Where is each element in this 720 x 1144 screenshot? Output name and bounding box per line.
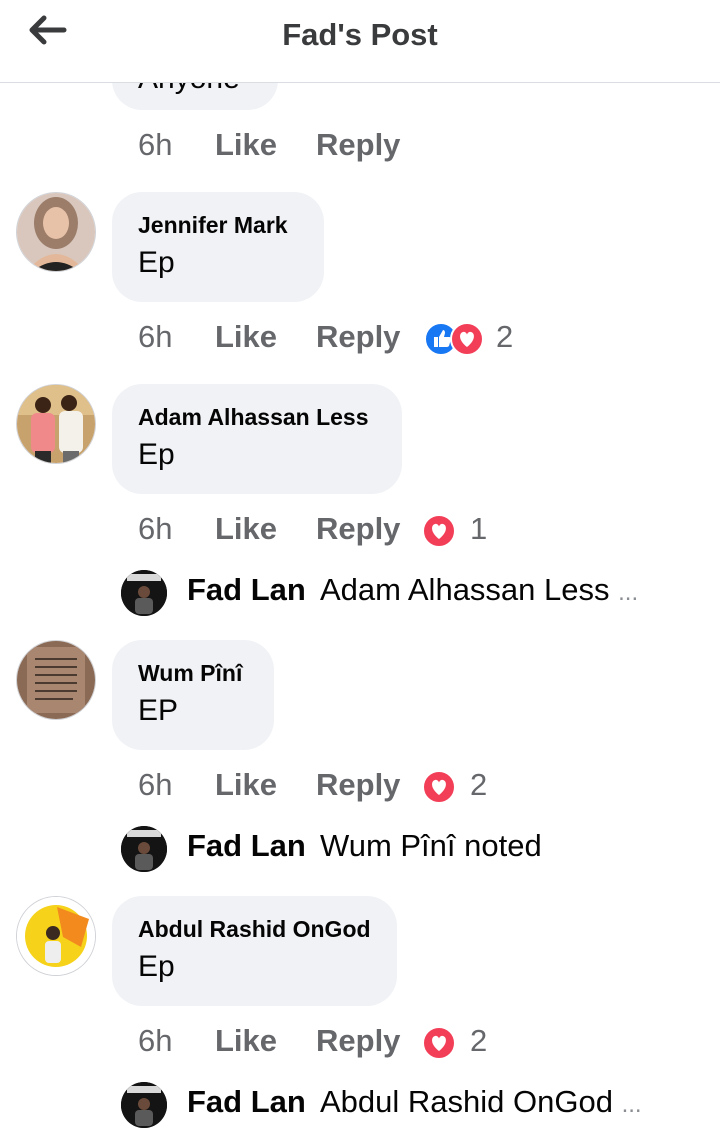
reaction-count[interactable]: 2 (470, 1023, 487, 1059)
top-bar: Fad's Post (0, 0, 720, 83)
comment-text: Ep (138, 950, 175, 983)
love-reaction-icon[interactable] (422, 1026, 458, 1060)
reaction-count[interactable]: 1 (470, 511, 487, 547)
comment-text: Ep (138, 246, 175, 279)
reply-preview[interactable]: Fad Lan Abdul Rashid OnGod ... (121, 1082, 681, 1130)
reply-author[interactable]: Fad Lan (187, 572, 306, 608)
comment-bubble[interactable]: Wum Pînî EP (112, 640, 274, 750)
reaction-count[interactable]: 2 (496, 319, 513, 355)
avatar[interactable] (17, 385, 95, 463)
like-button[interactable]: Like (215, 767, 277, 803)
reply-avatar (121, 826, 167, 872)
comment-time: 6h (138, 511, 173, 546)
comment-text: EP (138, 694, 179, 727)
like-button[interactable]: Like (215, 511, 277, 547)
reply-button[interactable]: Reply (316, 319, 400, 355)
commenter-name[interactable]: Wum Pînî (138, 660, 242, 687)
like-button[interactable]: Like (215, 319, 277, 355)
reply-avatar (121, 1082, 167, 1128)
ellipsis: ... (621, 1091, 642, 1118)
reply-preview[interactable]: Fad Lan Adam Alhassan Less ... (121, 570, 681, 618)
reply-text: Abdul Rashid OnGod ... (320, 1084, 642, 1119)
commenter-name[interactable]: Jennifer Mark (138, 212, 288, 239)
ellipsis: ... (618, 579, 639, 606)
reply-author[interactable]: Fad Lan (187, 828, 306, 864)
love-reaction-icon[interactable] (450, 322, 486, 356)
page-title: Fad's Post (282, 17, 438, 52)
reaction-count[interactable]: 2 (470, 767, 487, 803)
like-button[interactable]: Like (215, 127, 277, 163)
reply-avatar (121, 570, 167, 616)
reply-author[interactable]: Fad Lan (187, 1084, 306, 1120)
avatar[interactable] (17, 641, 95, 719)
comment-time: 6h (138, 767, 173, 802)
avatar[interactable] (17, 897, 95, 975)
commenter-name[interactable]: Abdul Rashid OnGod (138, 916, 371, 943)
reply-button[interactable]: Reply (316, 127, 400, 163)
love-reaction-icon[interactable] (422, 514, 458, 548)
reply-button[interactable]: Reply (316, 1023, 400, 1059)
love-reaction-icon[interactable] (422, 770, 458, 804)
reply-text: Adam Alhassan Less ... (320, 572, 639, 607)
comment-bubble[interactable]: Abdul Rashid OnGod Ep (112, 896, 397, 1006)
reply-preview[interactable]: Fad Lan Wum Pînî noted (121, 826, 681, 874)
comment-time: 6h (138, 319, 173, 354)
reply-text: Wum Pînî noted (320, 828, 542, 863)
comment-bubble[interactable]: Adam Alhassan Less Ep (112, 384, 402, 494)
reply-button[interactable]: Reply (316, 511, 400, 547)
comment-text: Ep (138, 438, 175, 471)
reply-button[interactable]: Reply (316, 767, 400, 803)
avatar[interactable] (17, 193, 95, 271)
commenter-name[interactable]: Adam Alhassan Less (138, 404, 369, 431)
comment-time: 6h (138, 1023, 173, 1058)
comment-bubble[interactable]: Jennifer Mark Ep (112, 192, 324, 302)
like-button[interactable]: Like (215, 1023, 277, 1059)
comment-time: 6h (138, 127, 173, 162)
